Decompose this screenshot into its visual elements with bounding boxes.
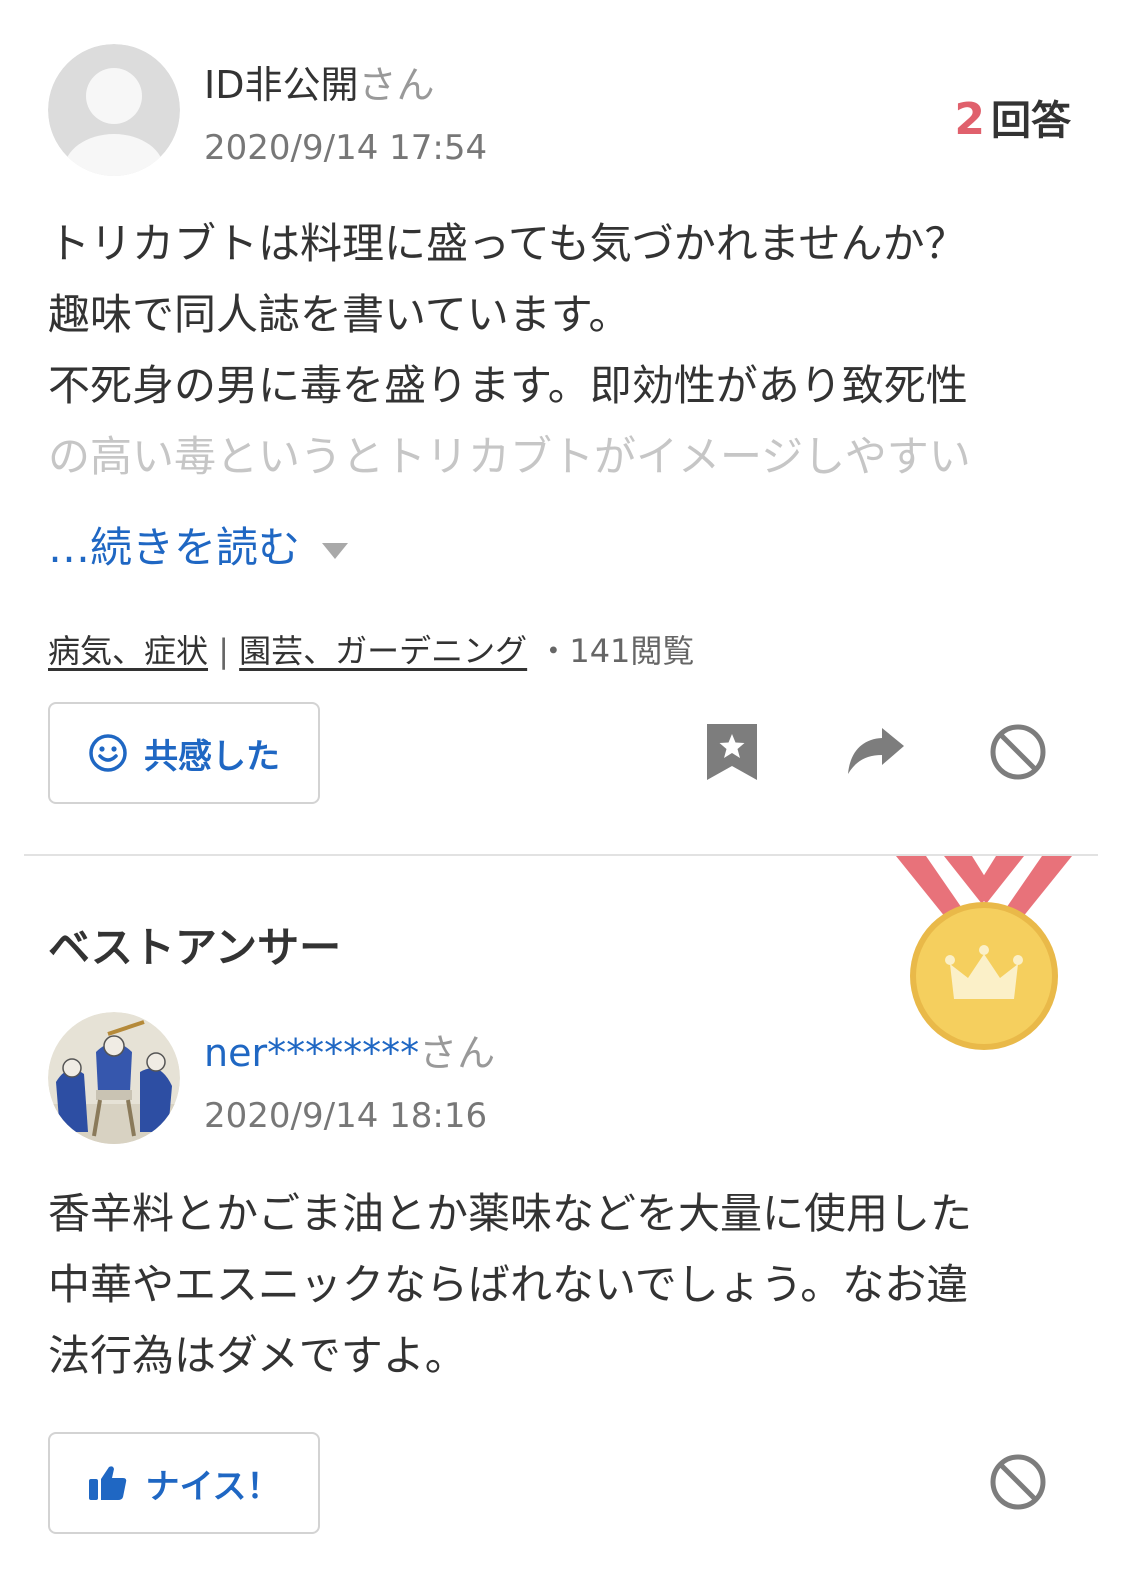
gold-medal-crown-icon xyxy=(896,856,1072,1052)
answer-line: 法行為はダメですよ。 xyxy=(48,1331,467,1380)
answer-count[interactable]: 2 回答 xyxy=(954,88,1071,146)
question-body: トリカブトは料理に盛っても気づかれませんか？ 趣味で同人誌を書いています。 不死… xyxy=(48,208,1048,492)
answer-count-label: 回答 xyxy=(991,98,1071,144)
thumbs-up-icon xyxy=(88,1464,128,1502)
empathy-label: 共感した xyxy=(144,736,280,777)
question-timestamp: 2020/9/14 17:54 xyxy=(204,128,488,168)
answer-line: 香辛料とかごま油とか薬味などを大量に使用した xyxy=(48,1189,973,1238)
smile-icon xyxy=(88,733,128,773)
question-line: トリカブトは料理に盛っても気づかれませんか？ xyxy=(48,219,967,268)
nice-label: ナイス！ xyxy=(145,1466,281,1507)
best-answer-heading: ベストアンサー xyxy=(48,923,342,972)
read-more-label: …続きを読む xyxy=(48,523,301,572)
block-icon[interactable] xyxy=(986,1450,1050,1514)
category-link[interactable]: 園芸、ガーデニング xyxy=(239,632,527,670)
empathy-button[interactable]: 共感した xyxy=(48,702,320,804)
category-separator: | xyxy=(218,632,229,670)
honorific: さん xyxy=(419,1031,496,1075)
answer-line: 中華やエスニックならばれないでしょう。なお違 xyxy=(48,1260,969,1309)
category-link[interactable]: 病気、症状 xyxy=(48,632,208,670)
bookmark-star-icon[interactable] xyxy=(700,718,764,786)
share-arrow-icon[interactable] xyxy=(844,722,908,782)
default-avatar-icon[interactable] xyxy=(48,44,180,176)
question-user-name[interactable]: ID非公開さん xyxy=(204,54,434,109)
answerer-avatar[interactable] xyxy=(48,1012,180,1144)
nice-button[interactable]: ナイス！ xyxy=(48,1432,320,1534)
question-line: 趣味で同人誌を書いています。 xyxy=(48,290,631,339)
block-icon[interactable] xyxy=(986,720,1050,784)
answer-body: 香辛料とかごま油とか薬味などを大量に使用した 中華やエスニックならばれないでしょ… xyxy=(48,1178,1048,1391)
answer-count-number: 2 xyxy=(954,94,985,145)
read-more-link[interactable]: …続きを読む xyxy=(48,514,349,575)
category-line: 病気、症状 | 園芸、ガーデニング ・141閲覧 xyxy=(48,626,694,672)
answer-timestamp: 2020/9/14 18:16 xyxy=(204,1096,488,1136)
honorific: さん xyxy=(358,63,435,107)
user-name-text: ID非公開 xyxy=(204,63,359,107)
answerer-name-text: ner******** xyxy=(204,1031,420,1075)
question-line-faded: の高い毒というとトリカブトがイメージしやすい xyxy=(48,432,971,481)
view-count: ・141閲覧 xyxy=(537,632,695,670)
answerer-name[interactable]: ner********さん xyxy=(204,1022,495,1077)
question-line: 不死身の男に毒を盛ります。即効性があり致死性 xyxy=(48,361,968,410)
caret-down-icon xyxy=(322,542,349,559)
